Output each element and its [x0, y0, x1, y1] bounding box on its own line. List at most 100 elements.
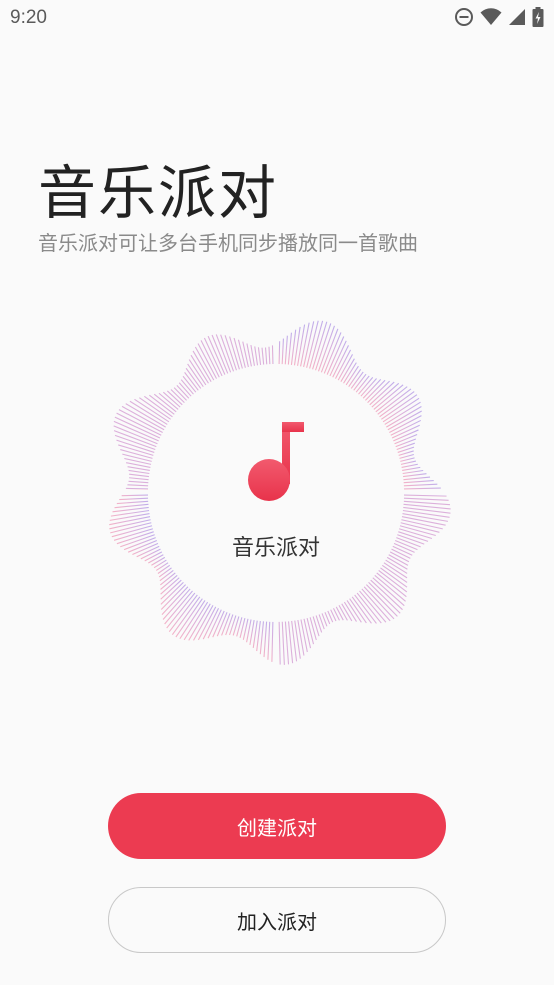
wave-line — [323, 332, 342, 374]
wave-line — [271, 619, 274, 662]
wave-line — [160, 576, 181, 595]
wave-line — [403, 473, 427, 478]
wave-line — [225, 612, 235, 636]
wave-line — [278, 341, 281, 365]
wave-line — [284, 619, 290, 665]
wave-line — [128, 480, 149, 484]
wave-line — [129, 477, 149, 481]
join-party-label: 加入派对 — [237, 909, 317, 934]
wave-line — [306, 616, 315, 645]
music-party-screen: 9:20 音乐派对 音乐派对可让多台手机同步播放同一首歌曲 音乐派对 创建派对 … — [0, 0, 554, 985]
wave-line — [268, 346, 271, 365]
wave-line — [284, 335, 288, 365]
wave-line — [207, 335, 226, 375]
wave-line — [185, 367, 202, 389]
page-title: 音乐派对 — [38, 159, 279, 227]
wave-line — [334, 605, 344, 621]
wave-line — [129, 473, 149, 478]
wave-line — [281, 338, 284, 365]
wave-line — [382, 561, 408, 579]
wave-line — [369, 381, 395, 406]
wave-line — [109, 513, 150, 521]
wave-line — [402, 509, 450, 518]
wave-line — [281, 619, 285, 665]
wave-line — [263, 619, 268, 658]
join-party-button[interactable]: 加入派对 — [108, 887, 446, 953]
wave-line — [396, 442, 415, 451]
wave-line — [403, 494, 447, 497]
wave-line — [160, 581, 185, 605]
wave-line — [309, 615, 317, 641]
status-bar: 9:20 — [0, 0, 554, 38]
wave-line — [215, 334, 232, 373]
wave-line — [401, 463, 418, 468]
wave-line — [158, 392, 179, 410]
wave-line — [267, 619, 271, 660]
wave-line — [264, 347, 268, 365]
wave-line — [237, 339, 246, 368]
status-time: 9:20 — [10, 7, 47, 28]
wave-line — [403, 500, 451, 506]
wave-line — [114, 503, 149, 509]
wave-line — [403, 487, 441, 490]
disc-label: 音乐派对 — [231, 536, 320, 561]
wave-line — [390, 419, 421, 436]
create-party-label: 创建派对 — [237, 815, 317, 840]
wave-line — [250, 344, 255, 366]
wave-line — [402, 466, 421, 471]
wave-line — [403, 476, 431, 481]
wave-line — [300, 617, 308, 653]
wave-line — [345, 598, 362, 623]
wave-line — [287, 332, 292, 365]
wave-line — [362, 379, 382, 399]
wave-line — [402, 513, 449, 522]
wave-line — [312, 614, 320, 637]
wave-line — [119, 497, 149, 501]
music-note-icon — [248, 422, 306, 506]
wave-line — [261, 347, 265, 365]
wave-line — [121, 494, 149, 497]
wave-line — [157, 564, 171, 574]
wave-line — [127, 484, 149, 487]
wave-line — [320, 328, 339, 373]
wave-line — [278, 619, 281, 665]
wave-line — [187, 363, 204, 387]
create-party-button[interactable]: 创建派对 — [108, 793, 446, 859]
battery-charging-icon — [532, 7, 544, 27]
music-disc: 音乐派对 — [96, 310, 456, 674]
wave-line — [360, 378, 377, 397]
wave-line — [128, 469, 150, 475]
wave-line — [116, 500, 149, 505]
status-icons — [454, 7, 544, 27]
wave-line — [400, 460, 417, 465]
wave-line — [122, 453, 152, 462]
wave-line — [207, 607, 223, 639]
do-not-disturb-icon — [454, 7, 474, 27]
wave-line — [144, 395, 173, 418]
wave-line — [315, 613, 323, 633]
wave-line — [337, 354, 353, 381]
wave-line — [114, 434, 156, 451]
wave-line — [125, 487, 149, 490]
wave-line — [254, 346, 259, 366]
wave-line — [334, 349, 352, 379]
wave-line — [259, 619, 265, 655]
wave-line — [326, 336, 345, 375]
wave-line — [303, 616, 312, 649]
wave-line — [229, 613, 237, 636]
page-subtitle: 音乐派对可让多台手机同步播放同一首歌曲 — [38, 231, 418, 255]
wave-line — [297, 324, 306, 366]
wave-line — [395, 438, 417, 448]
wave-line — [400, 457, 415, 462]
wave-line — [403, 497, 449, 501]
wave-line — [403, 480, 434, 484]
wave-line — [257, 347, 262, 365]
wave-line — [127, 466, 150, 471]
wave-line — [155, 561, 170, 571]
cell-signal-icon — [508, 8, 526, 26]
wifi-icon — [480, 8, 502, 26]
wave-line — [350, 595, 372, 624]
wave-line — [402, 469, 424, 475]
wave-line — [403, 483, 438, 487]
wave-line — [332, 606, 340, 621]
